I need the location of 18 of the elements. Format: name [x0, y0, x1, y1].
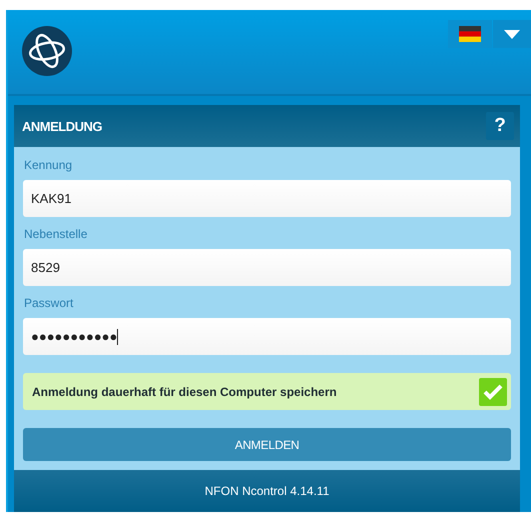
- remember-label: Anmeldung dauerhaft für diesen Computer speichern: [32, 384, 337, 398]
- flag-icon: [459, 26, 481, 42]
- help-button[interactable]: ?: [486, 112, 514, 140]
- input-field[interactable]: ●●●●●●●●●●●: [23, 318, 511, 355]
- language-button[interactable]: [448, 20, 492, 48]
- field-label: Kennung: [24, 158, 74, 172]
- input-field[interactable]: KAK91: [23, 180, 511, 217]
- check-icon: [483, 384, 503, 400]
- caret-icon: [504, 30, 520, 38]
- panel-title: ANMELDUNG: [22, 118, 102, 134]
- login-button[interactable]: ANMELDEN: [23, 428, 511, 461]
- field-label: Nebenstelle: [24, 227, 88, 241]
- logo-icon: [22, 26, 72, 76]
- checkbox[interactable]: [479, 378, 507, 406]
- version-text: NFON Ncontrol 4.14.11: [204, 484, 330, 498]
- input-field[interactable]: 8529: [23, 249, 511, 286]
- field-label: Passwort: [24, 296, 74, 310]
- dropdown-button[interactable]: [493, 20, 531, 48]
